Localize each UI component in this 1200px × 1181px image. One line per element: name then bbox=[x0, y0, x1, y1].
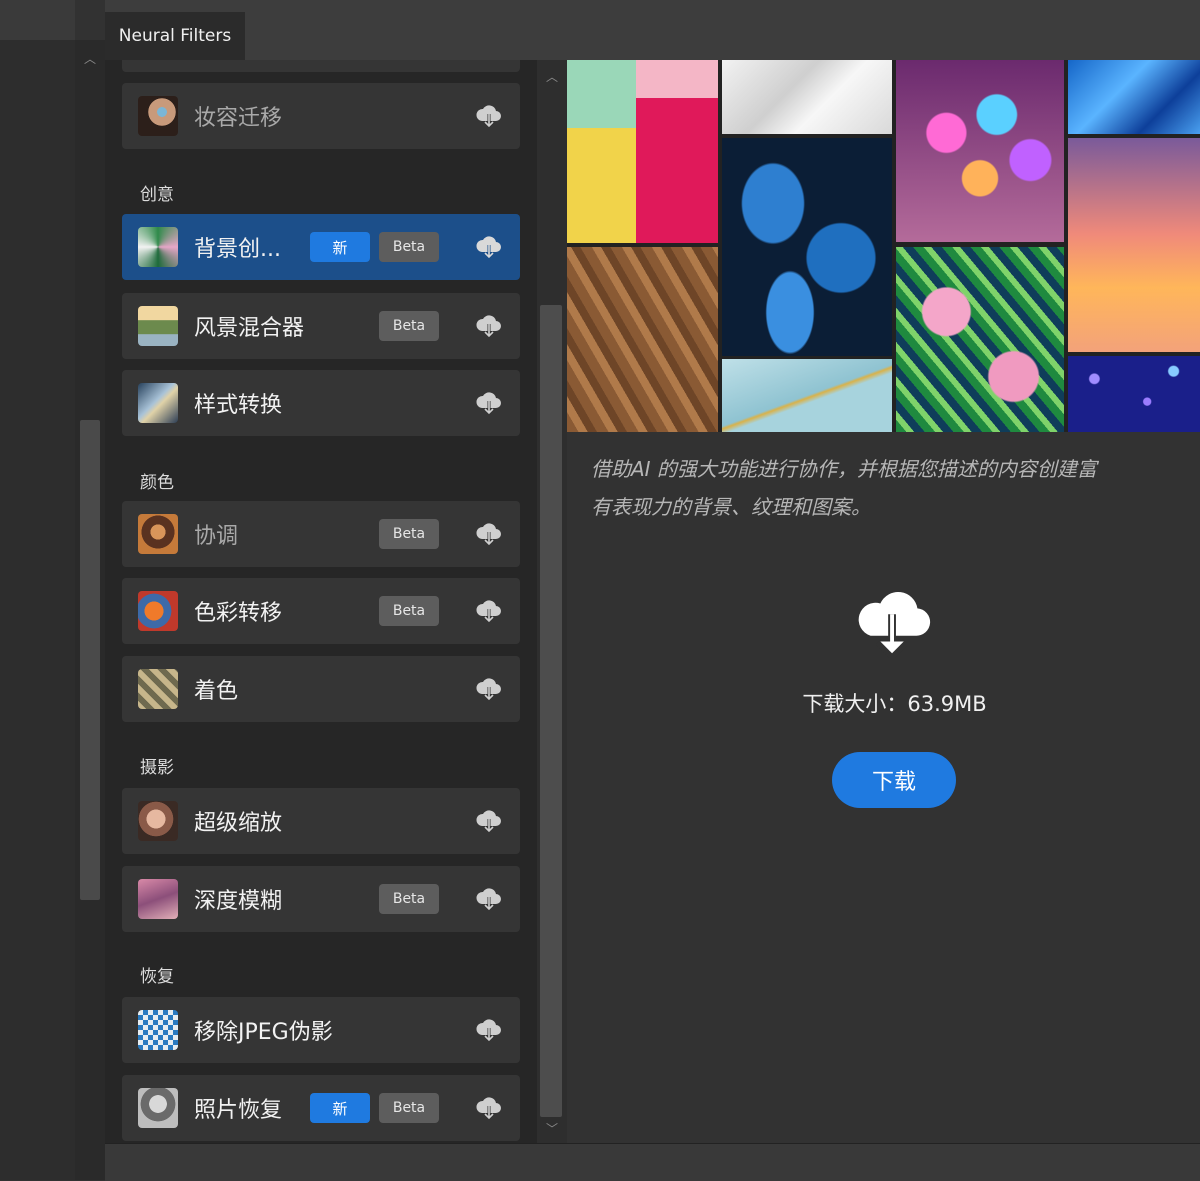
preview-tile bbox=[567, 128, 636, 243]
scroll-up-icon[interactable]: ︿ bbox=[546, 68, 558, 85]
filter-thumbnail bbox=[138, 879, 178, 919]
section-heading-color: 颜色 bbox=[140, 473, 174, 493]
download-size: 下载大小：63.9MB bbox=[802, 692, 987, 716]
cloud-download-icon[interactable] bbox=[474, 101, 504, 131]
filter-thumbnail bbox=[138, 801, 178, 841]
filter-item-color-transfer[interactable]: 色彩转移 Beta bbox=[122, 578, 520, 644]
cloud-download-icon[interactable] bbox=[474, 806, 504, 836]
neural-filters-panel: Neural Filters 妆容迁移 创意 背景创... 新 Beta 风景混… bbox=[105, 0, 1200, 1181]
filter-label: 深度模糊 bbox=[194, 889, 283, 914]
preview-collage bbox=[567, 60, 1200, 432]
filter-thumbnail bbox=[138, 227, 178, 267]
cloud-download-icon[interactable] bbox=[474, 884, 504, 914]
filter-item-photo-restoration[interactable]: 照片恢复 新 Beta bbox=[122, 1075, 520, 1141]
filter-item-makeup-transfer[interactable]: 妆容迁移 bbox=[122, 83, 520, 149]
filter-label: 色彩转移 bbox=[194, 601, 283, 626]
preview-tile bbox=[636, 60, 718, 98]
cloud-download-icon[interactable] bbox=[474, 519, 504, 549]
filter-item-style-transfer[interactable]: 样式转换 bbox=[122, 370, 520, 436]
filter-label: 背景创... bbox=[194, 237, 281, 262]
preview-tile bbox=[896, 247, 1064, 432]
filter-item-harmonization[interactable]: 协调 Beta bbox=[122, 501, 520, 567]
filter-item-jpeg-artifact-removal[interactable]: 移除JPEG伪影 bbox=[122, 997, 520, 1063]
filter-list-scrollbar-thumb[interactable] bbox=[540, 305, 562, 1117]
filter-thumbnail bbox=[138, 383, 178, 423]
preview-tile bbox=[722, 138, 892, 356]
beta-badge: Beta bbox=[379, 311, 439, 341]
beta-badge: Beta bbox=[379, 232, 439, 262]
beta-badge: Beta bbox=[379, 519, 439, 549]
outer-scrollbar[interactable]: ︿ bbox=[75, 40, 105, 1180]
filter-description: 借助AI 的强大功能进行协作，并根据您描述的内容创建富 有表现力的背景、纹理和图… bbox=[591, 450, 1191, 526]
filter-label: 样式转换 bbox=[194, 393, 283, 418]
filter-item-colorize[interactable]: 着色 bbox=[122, 656, 520, 722]
filter-thumbnail bbox=[138, 96, 178, 136]
cloud-download-icon[interactable] bbox=[474, 1093, 504, 1123]
tab-neural-filters[interactable]: Neural Filters bbox=[105, 12, 245, 60]
filter-label: 照片恢复 bbox=[194, 1098, 283, 1123]
new-badge: 新 bbox=[310, 232, 370, 262]
filter-item-landscape-mixer[interactable]: 风景混合器 Beta bbox=[122, 293, 520, 359]
filter-label: 着色 bbox=[194, 679, 239, 704]
preview-tile bbox=[1068, 60, 1200, 134]
description-line: 有表现力的背景、纹理和图案。 bbox=[591, 495, 871, 519]
filter-item-background-creator[interactable]: 背景创... 新 Beta bbox=[122, 214, 520, 280]
filter-label: 妆容迁移 bbox=[194, 106, 283, 131]
scroll-up-icon[interactable]: ︿ bbox=[84, 50, 96, 67]
preview-tile bbox=[722, 60, 892, 134]
filter-thumbnail bbox=[138, 669, 178, 709]
filter-list: 妆容迁移 创意 背景创... 新 Beta 风景混合器 Beta 样式转换 颜色 bbox=[105, 60, 537, 1143]
preview-tile bbox=[567, 247, 718, 432]
filter-label: 协调 bbox=[194, 524, 239, 549]
filter-label: 移除JPEG伪影 bbox=[194, 1020, 333, 1045]
outer-scrollbar-thumb[interactable] bbox=[80, 420, 100, 900]
cloud-download-icon[interactable] bbox=[474, 1015, 504, 1045]
download-button[interactable]: 下载 bbox=[832, 752, 956, 808]
preview-tile bbox=[896, 60, 1064, 242]
preview-tile bbox=[722, 359, 892, 432]
new-badge: 新 bbox=[310, 1093, 370, 1123]
beta-badge: Beta bbox=[379, 596, 439, 626]
cloud-download-icon[interactable] bbox=[474, 674, 504, 704]
scroll-down-icon[interactable]: ﹀ bbox=[546, 1120, 558, 1137]
filter-thumbnail bbox=[138, 1010, 178, 1050]
preview-tile bbox=[636, 98, 718, 243]
cloud-download-icon[interactable] bbox=[474, 388, 504, 418]
left-canvas-strip-top bbox=[0, 0, 75, 40]
section-heading-restoration: 恢复 bbox=[140, 967, 174, 987]
filter-label: 超级缩放 bbox=[194, 811, 283, 836]
cloud-download-icon[interactable] bbox=[474, 311, 504, 341]
section-heading-photography: 摄影 bbox=[140, 758, 174, 778]
filter-thumbnail bbox=[138, 514, 178, 554]
description-line: 借助AI 的强大功能进行协作，并根据您描述的内容创建富 bbox=[591, 457, 1097, 481]
filter-thumbnail bbox=[138, 306, 178, 346]
preview-tile bbox=[1068, 356, 1200, 432]
cloud-download-icon[interactable] bbox=[474, 596, 504, 626]
filter-list-scrollbar[interactable]: ︿ ﹀ bbox=[537, 60, 568, 1143]
filter-detail-pane: 借助AI 的强大功能进行协作，并根据您描述的内容创建富 有表现力的背景、纹理和图… bbox=[567, 60, 1200, 1143]
preview-tile bbox=[567, 60, 636, 128]
preview-tile bbox=[1068, 138, 1200, 352]
beta-badge: Beta bbox=[379, 1093, 439, 1123]
filter-item-depth-blur[interactable]: 深度模糊 Beta bbox=[122, 866, 520, 932]
left-canvas-strip bbox=[0, 0, 75, 1180]
list-item-partial[interactable] bbox=[122, 60, 520, 72]
filter-label: 风景混合器 bbox=[194, 316, 305, 341]
panel-header: Neural Filters bbox=[105, 0, 1200, 61]
beta-badge: Beta bbox=[379, 884, 439, 914]
panel-footer bbox=[105, 1143, 1200, 1181]
cloud-download-icon[interactable] bbox=[474, 232, 504, 262]
cloud-download-icon bbox=[858, 591, 931, 661]
filter-thumbnail bbox=[138, 1088, 178, 1128]
section-heading-creative: 创意 bbox=[140, 185, 174, 205]
filter-thumbnail bbox=[138, 591, 178, 631]
filter-item-super-zoom[interactable]: 超级缩放 bbox=[122, 788, 520, 854]
